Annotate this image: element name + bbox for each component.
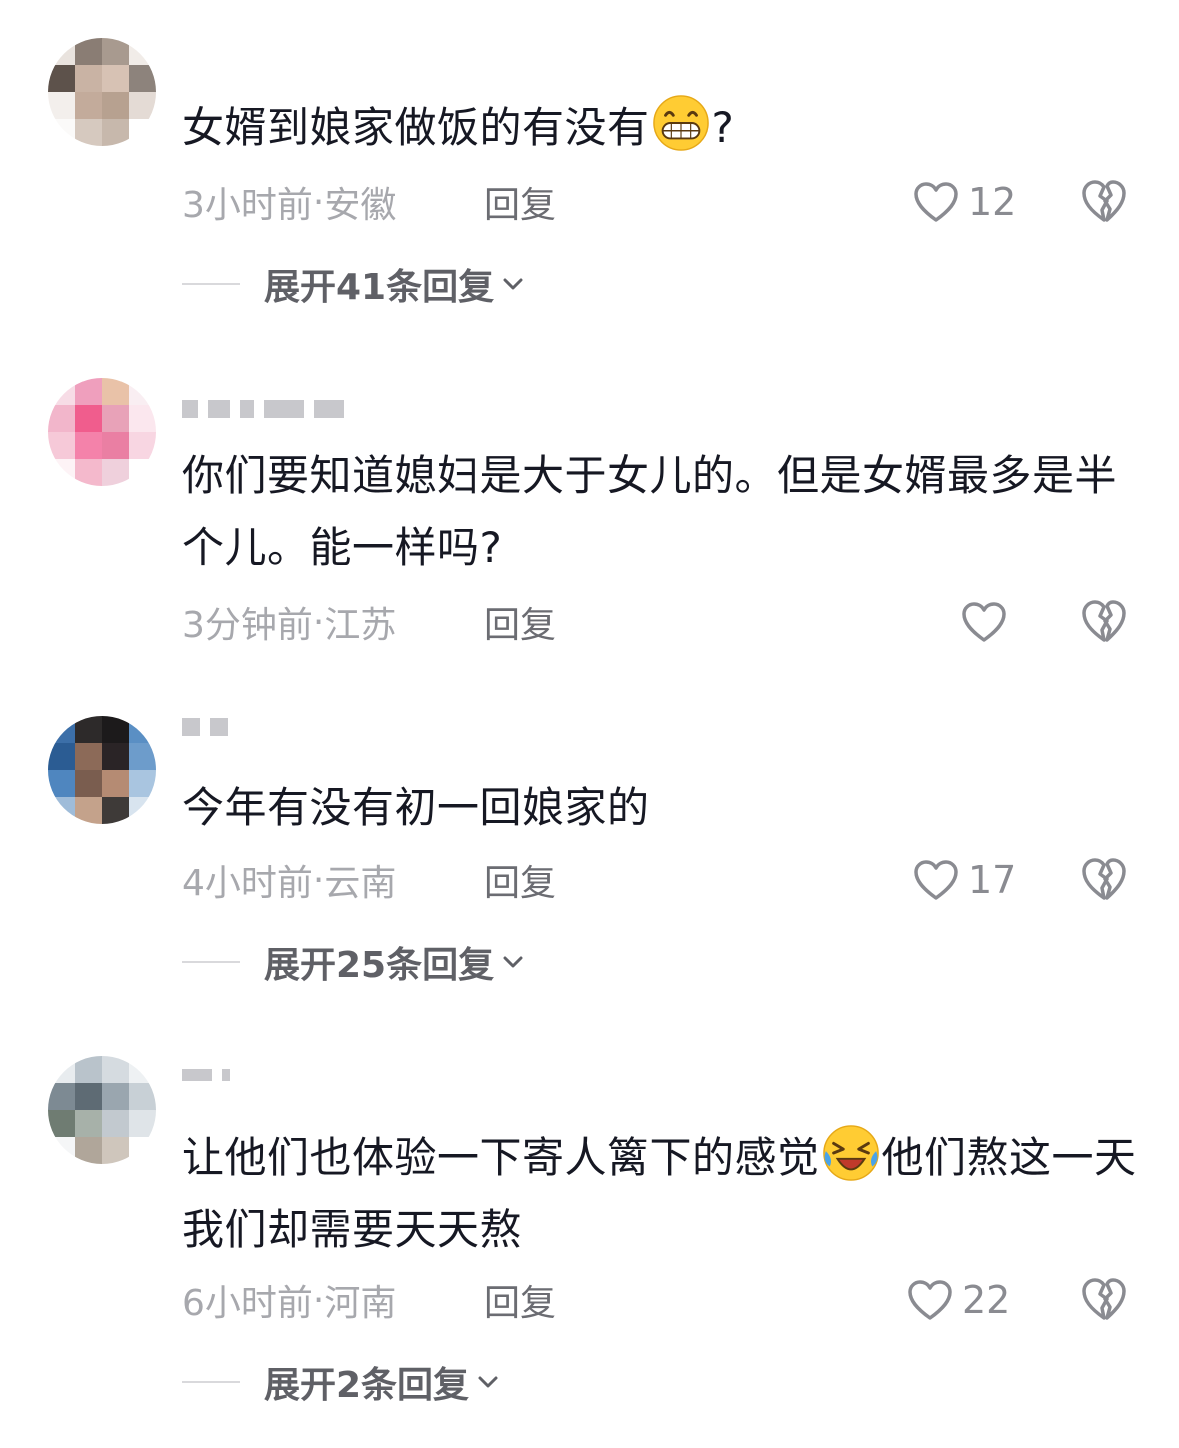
grinning-face-emoji-icon xyxy=(652,95,709,151)
comment-meta: 6小时前 · 河南 回复 xyxy=(182,1278,556,1325)
reply-button[interactable]: 回复 xyxy=(484,176,556,228)
chevron-down-icon xyxy=(503,956,523,968)
comment-text: 女婿到娘家做饭的有没有 ? xyxy=(182,92,1142,164)
divider xyxy=(182,283,240,285)
like-count: 22 xyxy=(962,1278,1011,1322)
expand-replies-label: 展开2条回复 xyxy=(264,1365,470,1406)
heart-outline-icon xyxy=(962,602,1006,642)
comment-meta: 3小时前 · 安徽 回复 xyxy=(182,180,556,227)
like-button[interactable]: 12 xyxy=(912,176,1016,228)
divider xyxy=(182,1381,240,1383)
username-redacted[interactable] xyxy=(182,1062,230,1088)
username-redacted[interactable] xyxy=(182,714,228,740)
like-button[interactable] xyxy=(960,596,1016,648)
chevron-down-icon xyxy=(503,278,523,290)
comment-location: 江苏 xyxy=(324,605,397,646)
avatar[interactable] xyxy=(48,38,156,146)
comment-text-part: ? xyxy=(711,103,735,152)
comment-location: 安徽 xyxy=(324,185,397,226)
like-button[interactable]: 17 xyxy=(912,854,1016,906)
comment-text: 让他们也体验一下寄人篱下的感觉 他们熬这一天 我们却需要天天熬 xyxy=(182,1122,1142,1266)
expand-replies-button[interactable]: 展开41条回复 xyxy=(182,262,526,308)
meta-separator: · xyxy=(312,601,325,643)
comment-location: 云南 xyxy=(324,863,397,904)
expand-replies-button[interactable]: 展开2条回复 xyxy=(182,1360,501,1406)
username-redacted[interactable] xyxy=(182,396,344,422)
comment-text-part: 女婿到娘家做饭的有没有 xyxy=(182,103,650,152)
avatar[interactable] xyxy=(48,716,156,824)
expand-replies-label: 展开25条回复 xyxy=(264,945,495,986)
reply-button[interactable]: 回复 xyxy=(484,854,556,906)
broken-heart-icon[interactable] xyxy=(1080,856,1128,902)
broken-heart-icon[interactable] xyxy=(1080,598,1128,644)
comment-meta: 3分钟前 · 江苏 回复 xyxy=(182,600,556,647)
comment-text: 今年有没有初一回娘家的 xyxy=(182,783,650,832)
comment-time: 3分钟前 xyxy=(182,605,313,646)
comment-time: 3小时前 xyxy=(182,185,313,226)
comment-text-part: 让他们也体验一下寄人篱下的感觉 xyxy=(182,1133,820,1182)
expand-replies-label: 展开41条回复 xyxy=(264,267,495,308)
like-count: 12 xyxy=(968,180,1017,224)
rolling-laughing-emoji-icon xyxy=(822,1125,879,1181)
reply-button[interactable]: 回复 xyxy=(484,1274,556,1326)
comment-time: 4小时前 xyxy=(182,863,313,904)
meta-separator: · xyxy=(312,859,325,901)
avatar[interactable] xyxy=(48,378,156,486)
broken-heart-icon[interactable] xyxy=(1080,1276,1128,1322)
expand-replies-button[interactable]: 展开25条回复 xyxy=(182,940,526,986)
like-button[interactable]: 22 xyxy=(906,1274,1010,1326)
avatar[interactable] xyxy=(48,1056,156,1164)
meta-separator: · xyxy=(312,181,325,223)
like-count: 17 xyxy=(968,858,1017,902)
heart-outline-icon xyxy=(908,1280,952,1320)
heart-outline-icon xyxy=(914,860,958,900)
reply-button[interactable]: 回复 xyxy=(484,596,556,648)
comment-text: 你们要知道媳妇是大于女儿的。但是女婿最多是半个儿。能一样吗? xyxy=(182,451,1118,572)
meta-separator: · xyxy=(312,1279,325,1321)
comment-meta: 4小时前 · 云南 回复 xyxy=(182,858,556,905)
divider xyxy=(182,961,240,963)
comment-location: 河南 xyxy=(324,1283,397,1324)
heart-outline-icon xyxy=(914,182,958,222)
broken-heart-icon[interactable] xyxy=(1080,178,1128,224)
chevron-down-icon xyxy=(478,1376,498,1388)
comment-time: 6小时前 xyxy=(182,1283,313,1324)
